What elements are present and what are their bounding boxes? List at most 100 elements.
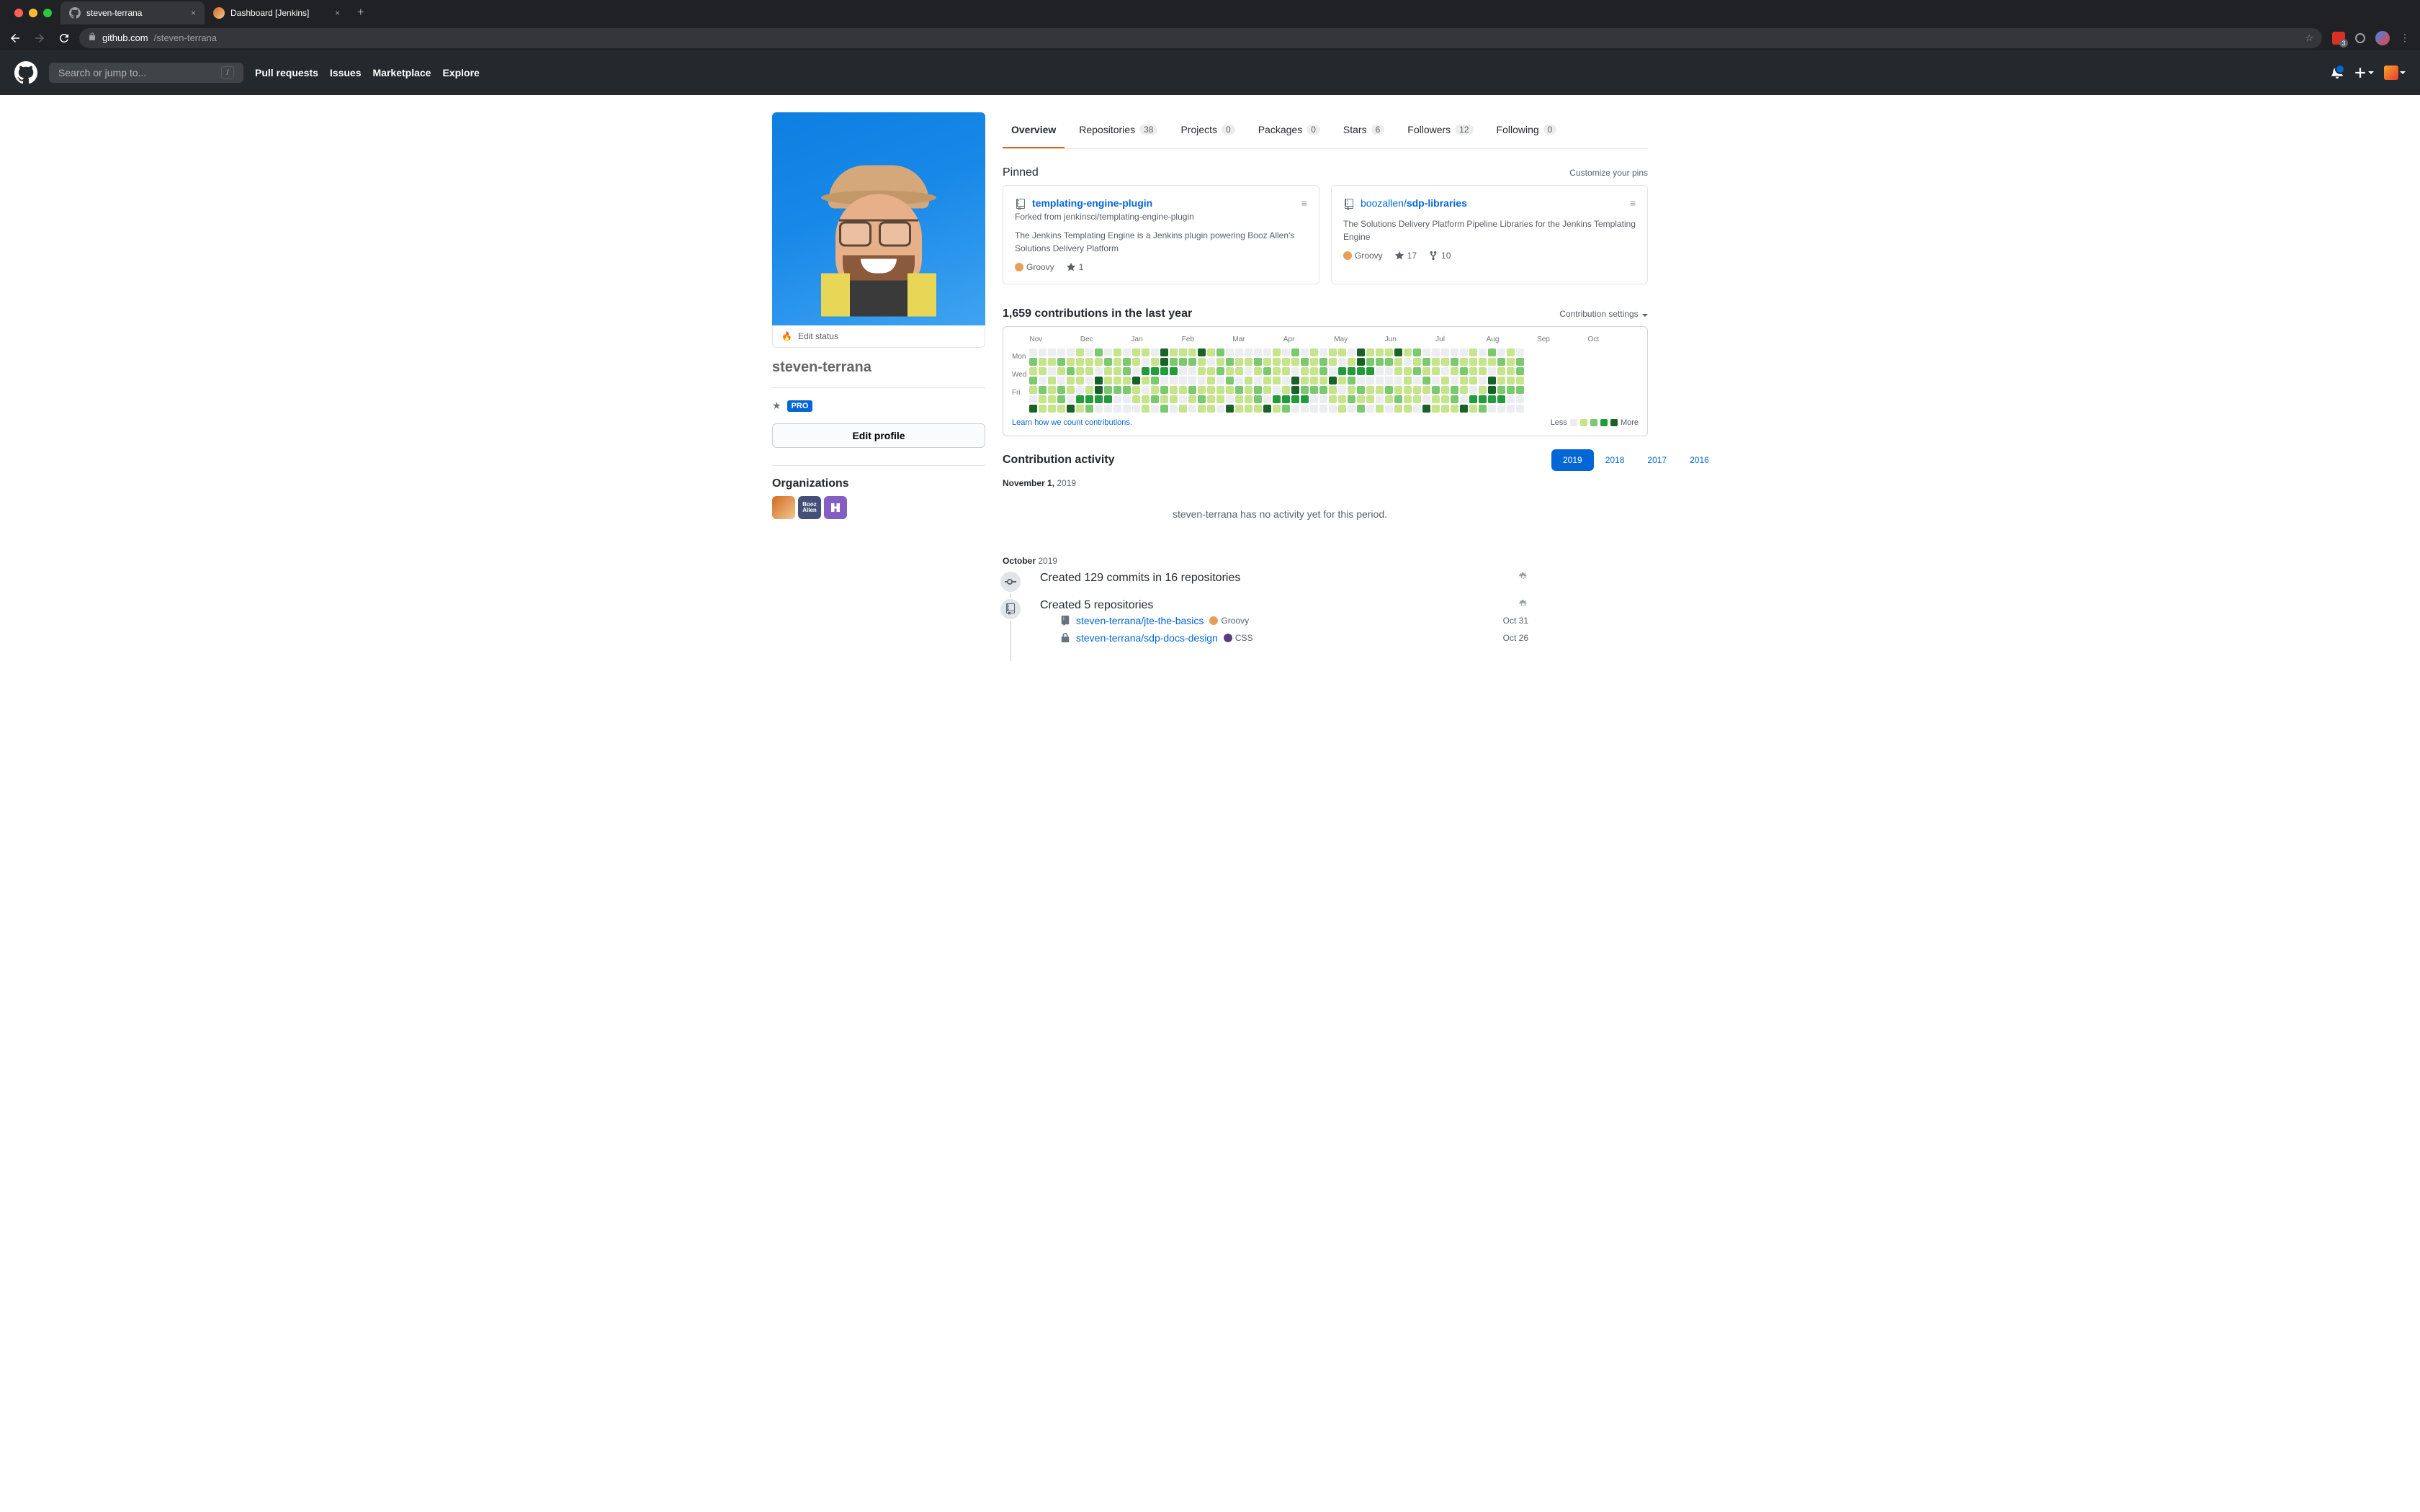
contribution-day[interactable] bbox=[1507, 348, 1515, 356]
contribution-day[interactable] bbox=[1198, 348, 1206, 356]
contribution-day[interactable] bbox=[1404, 358, 1412, 366]
contribution-day[interactable] bbox=[1048, 367, 1056, 375]
contribution-day[interactable] bbox=[1113, 405, 1121, 413]
contribution-day[interactable] bbox=[1170, 358, 1178, 366]
contribution-day[interactable] bbox=[1507, 386, 1515, 394]
back-button[interactable] bbox=[6, 29, 24, 48]
contribution-day[interactable] bbox=[1085, 358, 1093, 366]
contribution-day[interactable] bbox=[1207, 377, 1215, 384]
contribution-day[interactable] bbox=[1263, 367, 1271, 375]
contribution-day[interactable] bbox=[1123, 405, 1131, 413]
contribution-day[interactable] bbox=[1348, 377, 1355, 384]
profile-nav-repositories[interactable]: Repositories38 bbox=[1070, 112, 1166, 148]
contribution-day[interactable] bbox=[1160, 395, 1168, 403]
contribution-day[interactable] bbox=[1282, 386, 1290, 394]
contribution-day[interactable] bbox=[1235, 395, 1243, 403]
year-filter-2018[interactable]: 2018 bbox=[1594, 449, 1636, 471]
contribution-day[interactable] bbox=[1422, 367, 1430, 375]
contribution-day[interactable] bbox=[1422, 395, 1430, 403]
contribution-day[interactable] bbox=[1507, 395, 1515, 403]
year-filter-2019[interactable]: 2019 bbox=[1551, 449, 1594, 471]
contribution-day[interactable] bbox=[1432, 367, 1440, 375]
star-count[interactable]: 1 bbox=[1066, 262, 1084, 272]
contribution-day[interactable] bbox=[1469, 386, 1477, 394]
contribution-day[interactable] bbox=[1338, 367, 1346, 375]
contribution-day[interactable] bbox=[1376, 377, 1384, 384]
contribution-day[interactable] bbox=[1497, 386, 1505, 394]
contribution-day[interactable] bbox=[1432, 358, 1440, 366]
contribution-day[interactable] bbox=[1067, 405, 1075, 413]
contribution-day[interactable] bbox=[1469, 358, 1477, 366]
contribution-day[interactable] bbox=[1188, 367, 1196, 375]
contribution-day[interactable] bbox=[1310, 377, 1318, 384]
reload-button[interactable] bbox=[55, 29, 73, 48]
contribution-day[interactable] bbox=[1413, 367, 1421, 375]
contribution-day[interactable] bbox=[1188, 358, 1196, 366]
contribution-day[interactable] bbox=[1057, 405, 1065, 413]
contribution-day[interactable] bbox=[1319, 405, 1327, 413]
contribution-day[interactable] bbox=[1095, 358, 1103, 366]
nav-explore[interactable]: Explore bbox=[442, 67, 479, 78]
contribution-day[interactable] bbox=[1048, 386, 1056, 394]
year-filter-2017[interactable]: 2017 bbox=[1636, 449, 1678, 471]
contribution-day[interactable] bbox=[1142, 348, 1150, 356]
contribution-day[interactable] bbox=[1413, 386, 1421, 394]
contribution-day[interactable] bbox=[1366, 377, 1374, 384]
contribution-day[interactable] bbox=[1151, 358, 1159, 366]
contribution-day[interactable] bbox=[1048, 358, 1056, 366]
contribution-day[interactable] bbox=[1263, 377, 1271, 384]
contribution-day[interactable] bbox=[1142, 377, 1150, 384]
contribution-day[interactable] bbox=[1385, 395, 1393, 403]
contribution-day[interactable] bbox=[1338, 395, 1346, 403]
contribution-day[interactable] bbox=[1235, 386, 1243, 394]
contribution-day[interactable] bbox=[1179, 405, 1187, 413]
contribution-day[interactable] bbox=[1029, 386, 1037, 394]
repo-link[interactable]: boozallen/sdp-libraries bbox=[1361, 197, 1467, 209]
address-bar[interactable]: github.com/steven-terrana ☆ bbox=[79, 28, 2322, 48]
contribution-day[interactable] bbox=[1029, 367, 1037, 375]
contribution-day[interactable] bbox=[1385, 377, 1393, 384]
contribution-day[interactable] bbox=[1104, 377, 1112, 384]
contribution-day[interactable] bbox=[1235, 405, 1243, 413]
contribution-day[interactable] bbox=[1301, 377, 1309, 384]
contribution-day[interactable] bbox=[1207, 386, 1215, 394]
contribution-day[interactable] bbox=[1113, 386, 1121, 394]
contribution-day[interactable] bbox=[1394, 358, 1402, 366]
contribution-day[interactable] bbox=[1488, 386, 1496, 394]
contribution-day[interactable] bbox=[1469, 348, 1477, 356]
contribution-day[interactable] bbox=[1057, 367, 1065, 375]
contribution-day[interactable] bbox=[1319, 358, 1327, 366]
contribution-day[interactable] bbox=[1329, 386, 1337, 394]
contribution-day[interactable] bbox=[1095, 405, 1103, 413]
profile-nav-overview[interactable]: Overview bbox=[1003, 112, 1065, 148]
notifications-icon[interactable] bbox=[2331, 66, 2344, 81]
contribution-day[interactable] bbox=[1142, 358, 1150, 366]
edit-profile-button[interactable]: Edit profile bbox=[772, 423, 985, 448]
contribution-day[interactable] bbox=[1048, 377, 1056, 384]
contribution-day[interactable] bbox=[1273, 377, 1281, 384]
contribution-day[interactable] bbox=[1376, 405, 1384, 413]
contribution-day[interactable] bbox=[1404, 348, 1412, 356]
contribution-day[interactable] bbox=[1357, 405, 1365, 413]
contribution-day[interactable] bbox=[1029, 395, 1037, 403]
contribution-day[interactable] bbox=[1497, 395, 1505, 403]
contribution-day[interactable] bbox=[1076, 386, 1084, 394]
contribution-day[interactable] bbox=[1441, 395, 1449, 403]
contribution-day[interactable] bbox=[1104, 405, 1112, 413]
contribution-day[interactable] bbox=[1142, 405, 1150, 413]
contribution-day[interactable] bbox=[1048, 405, 1056, 413]
contribution-day[interactable] bbox=[1132, 377, 1140, 384]
contribution-day[interactable] bbox=[1188, 377, 1196, 384]
contribution-day[interactable] bbox=[1057, 386, 1065, 394]
contribution-day[interactable] bbox=[1310, 358, 1318, 366]
contribution-day[interactable] bbox=[1488, 358, 1496, 366]
contribution-day[interactable] bbox=[1385, 367, 1393, 375]
contribution-day[interactable] bbox=[1413, 377, 1421, 384]
contribution-day[interactable] bbox=[1516, 348, 1524, 356]
contribution-day[interactable] bbox=[1263, 395, 1271, 403]
profile-nav-followers[interactable]: Followers12 bbox=[1399, 112, 1482, 148]
contribution-day[interactable] bbox=[1151, 377, 1159, 384]
contribution-day[interactable] bbox=[1385, 405, 1393, 413]
contribution-day[interactable] bbox=[1488, 405, 1496, 413]
contribution-day[interactable] bbox=[1160, 348, 1168, 356]
